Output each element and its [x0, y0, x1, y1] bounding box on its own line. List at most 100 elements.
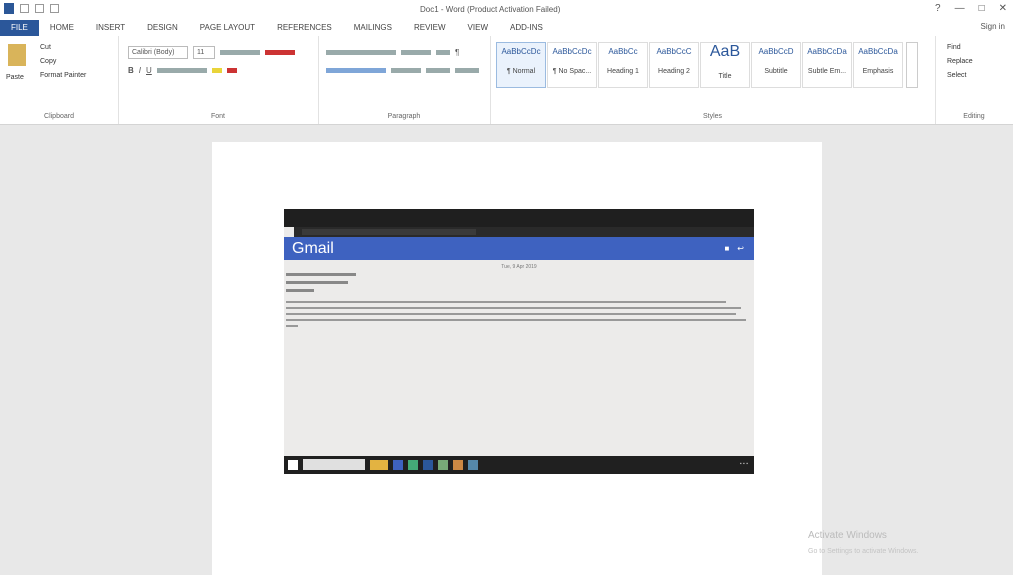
mail-body-line — [286, 307, 741, 309]
font-size-dropdown[interactable]: 11 — [193, 46, 215, 59]
select-button[interactable]: Select — [947, 72, 966, 79]
font-row-1: Calibri (Body) 11 — [128, 46, 295, 59]
sign-in-link[interactable]: Sign in — [981, 22, 1005, 31]
styles-group-label: Styles — [702, 113, 723, 120]
pilcrow-icon[interactable]: ¶ — [455, 48, 459, 57]
tab-home[interactable]: HOME — [39, 20, 85, 36]
font-color-icon[interactable] — [226, 68, 237, 73]
format-painter-button[interactable]: Format Painter — [40, 72, 86, 79]
app-icon — [453, 459, 463, 470]
tab-review[interactable]: REVIEW — [403, 20, 457, 36]
shading-icon[interactable] — [426, 68, 450, 73]
tab-insert[interactable]: INSERT — [85, 20, 136, 36]
window-controls: ? — □ ✕ — [935, 3, 1007, 14]
tab-design[interactable]: DESIGN — [136, 20, 189, 36]
highlight-icon[interactable] — [211, 68, 222, 73]
undo-icon[interactable] — [35, 4, 44, 13]
mail-subject-line — [286, 289, 314, 292]
spacing-icon[interactable] — [391, 68, 421, 73]
cut-button[interactable]: Cut — [40, 44, 51, 51]
clipboard-group-label: Clipboard — [44, 113, 74, 120]
paragraph-group-label: Paragraph — [387, 113, 421, 120]
style-heading-2[interactable]: AaBbCcC Heading 2 — [649, 42, 699, 88]
list-icons[interactable] — [326, 50, 396, 55]
sort-icon[interactable] — [436, 50, 450, 55]
find-button[interactable]: Find — [947, 44, 961, 51]
font-group-label: Font — [210, 113, 225, 120]
taskbar-search — [303, 459, 365, 470]
taskbar-tray: ▪ ▪ ▪ — [739, 461, 748, 467]
editing-group-label: Editing — [963, 113, 985, 120]
window-title: Doc1 - Word (Product Activation Failed) — [420, 5, 561, 14]
font-size-controls[interactable] — [220, 50, 260, 55]
minimize-icon[interactable]: — — [955, 3, 965, 14]
quick-access-toolbar — [4, 3, 59, 14]
mail-body-line — [286, 313, 736, 315]
replace-button[interactable]: Replace — [947, 58, 973, 65]
indent-icons[interactable] — [401, 50, 431, 55]
save-icon[interactable] — [20, 4, 29, 13]
clipboard-group: Paste Cut Copy Format Painter Clipboard — [0, 36, 119, 124]
gmail-header-icons: ■ ↩ — [724, 244, 744, 253]
browser-tabbar — [284, 209, 754, 227]
style-no-spacing[interactable]: AaBbCcDc ¶ No Spac... — [547, 42, 597, 88]
folder-icon — [370, 459, 388, 470]
paragraph-row-2 — [326, 68, 479, 73]
tab-add-ins[interactable]: ADD-INS — [499, 20, 554, 36]
font-row-2: B I U — [128, 66, 237, 75]
font-effects-icons[interactable] — [156, 68, 207, 73]
italic-icon[interactable]: I — [139, 66, 141, 75]
close-icon[interactable]: ✕ — [999, 3, 1007, 14]
borders-icon[interactable] — [455, 68, 479, 73]
paste-icon[interactable] — [8, 44, 26, 66]
paragraph-group: ¶ Paragraph — [318, 36, 491, 124]
tab-references[interactable]: REFERENCES — [266, 20, 343, 36]
style-emphasis[interactable]: AaBbCcDa Emphasis — [853, 42, 903, 88]
styles-group: AaBbCcDc ¶ Normal AaBbCcDc ¶ No Spac... … — [490, 36, 936, 124]
help-icon[interactable]: ? — [935, 3, 941, 14]
activate-windows-title: Activate Windows — [808, 530, 887, 541]
url-field — [302, 229, 476, 235]
taskbar-icons — [288, 459, 478, 470]
font-group: Calibri (Body) 11 B I U Font — [118, 36, 319, 124]
ribbon: Paste Cut Copy Format Painter Clipboard … — [0, 36, 1013, 125]
clear-format-icon[interactable] — [265, 50, 295, 55]
mail-recipient-line — [286, 281, 348, 284]
mail-date: Tue, 9 Apr 2019 — [501, 264, 537, 270]
align-icons[interactable] — [326, 68, 386, 73]
ribbon-tabs: FILE HOME INSERT DESIGN PAGE LAYOUT REFE… — [0, 20, 1013, 36]
bold-icon[interactable]: B — [128, 66, 134, 75]
mail-sender-line — [286, 273, 356, 276]
style-subtitle[interactable]: AaBbCcD Subtitle — [751, 42, 801, 88]
delete-icon: ■ — [724, 244, 730, 253]
tab-page-layout[interactable]: PAGE LAYOUT — [189, 20, 266, 36]
editing-group: Find Replace Select Editing — [935, 36, 1013, 124]
redo-icon[interactable] — [50, 4, 59, 13]
app-icon — [438, 459, 448, 470]
app-icon — [393, 459, 403, 470]
paragraph-row-1: ¶ — [326, 48, 459, 57]
tab-view[interactable]: VIEW — [457, 20, 499, 36]
gmail-header — [284, 237, 754, 260]
style-subtle-emphasis[interactable]: AaBbCcDa Subtle Em... — [802, 42, 852, 88]
app-icon — [423, 459, 433, 470]
paste-button[interactable]: Paste — [6, 74, 24, 81]
underline-icon[interactable]: U — [146, 66, 152, 75]
style-title[interactable]: AaB Title — [700, 42, 750, 88]
tab-file[interactable]: FILE — [0, 20, 39, 36]
font-name-dropdown[interactable]: Calibri (Body) — [128, 46, 188, 59]
style-normal[interactable]: AaBbCcDc ¶ Normal — [496, 42, 546, 88]
gmail-title: Gmail — [292, 240, 334, 257]
style-heading-1[interactable]: AaBbCc Heading 1 — [598, 42, 648, 88]
mail-body-line — [286, 301, 726, 303]
mail-body-line — [286, 325, 298, 327]
copy-button[interactable]: Copy — [40, 58, 56, 65]
word-logo-icon — [4, 3, 14, 14]
maximize-icon[interactable]: □ — [979, 3, 985, 14]
activate-windows-subtitle: Go to Settings to activate Windows. — [808, 548, 919, 555]
tab-mailings[interactable]: MAILINGS — [343, 20, 403, 36]
embedded-screenshot[interactable]: Gmail ■ ↩ Tue, 9 Apr 2019 ▪ ▪ ▪ — [284, 209, 754, 474]
styles-scroll[interactable] — [906, 42, 918, 88]
reply-icon: ↩ — [737, 244, 744, 253]
start-icon — [288, 459, 298, 470]
